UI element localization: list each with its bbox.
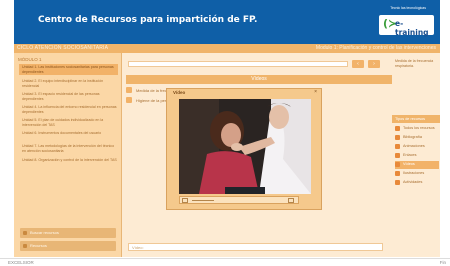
video-icon bbox=[395, 162, 400, 167]
list-icon bbox=[395, 126, 400, 131]
search-resources-button[interactable]: Buscar recursos bbox=[20, 228, 116, 238]
progress-bar[interactable] bbox=[192, 200, 214, 201]
resource-type-bibliography[interactable]: Bibliografía bbox=[395, 134, 439, 142]
video-frame-image bbox=[179, 99, 311, 194]
video-icon bbox=[126, 97, 132, 103]
module-label: Modulo 1: Planificación y control de las… bbox=[315, 45, 436, 51]
search-icon bbox=[23, 231, 27, 235]
sidebar-unit-8[interactable]: Unidad 8. Organización y control de la i… bbox=[22, 158, 118, 163]
prev-button[interactable]: ‹ bbox=[352, 60, 364, 68]
sidebar-unit-5[interactable]: Unidad 5. El plan de cuidados individual… bbox=[22, 118, 118, 127]
video-icon bbox=[126, 87, 132, 93]
logo-text: e-training bbox=[395, 19, 429, 37]
resource-types-heading: Tipos de recursos bbox=[392, 115, 440, 123]
play-icon[interactable] bbox=[182, 198, 188, 203]
sidebar-unit-2[interactable]: Unidad 2. El equipo interdisciplinar en … bbox=[22, 79, 118, 88]
video-player[interactable] bbox=[179, 99, 311, 194]
resource-type-videos[interactable]: Vídeos bbox=[395, 161, 439, 169]
cycle-label: CICLO ATENCION SOCIOSANITARIA bbox=[17, 45, 109, 51]
video-field[interactable]: Vídeo: bbox=[128, 243, 383, 251]
video-controls bbox=[179, 196, 299, 204]
etraining-logo: (≻ e-training bbox=[379, 15, 434, 37]
units-sidebar: MÓDULO 1 Unidad 1. Las instituciones soc… bbox=[14, 53, 122, 257]
folder-icon bbox=[23, 244, 27, 248]
resource-description: Medida de la frecuencia respiratoria. bbox=[395, 59, 434, 68]
sidebar-unit-3[interactable]: Unidad 3. El espacio residencial de las … bbox=[22, 92, 118, 101]
next-button[interactable]: › bbox=[368, 60, 380, 68]
resource-type-activities[interactable]: Actividades bbox=[395, 179, 439, 187]
status-right: Fin bbox=[439, 260, 446, 265]
status-left: EXCELSIOR bbox=[8, 260, 34, 265]
module-bar: CICLO ATENCION SOCIOSANITARIA Modulo 1: … bbox=[14, 44, 440, 53]
close-icon[interactable]: × bbox=[314, 89, 317, 95]
animation-icon bbox=[395, 144, 400, 149]
sidebar-heading: MÓDULO 1 bbox=[18, 57, 42, 62]
resource-type-animations[interactable]: Animaciones bbox=[395, 143, 439, 151]
sidebar-unit-4[interactable]: Unidad 4. La influencia del entorno resi… bbox=[22, 105, 118, 114]
resource-type-links[interactable]: Enlaces bbox=[395, 152, 439, 160]
video-popup: Vídeo × bbox=[166, 88, 322, 210]
sidebar-unit-7[interactable]: Unidad 7. Las metodologías de la interve… bbox=[22, 144, 118, 153]
resource-type-all[interactable]: Todos los recursos bbox=[395, 125, 439, 133]
image-icon bbox=[395, 171, 400, 176]
link-icon bbox=[395, 153, 400, 158]
status-bar: EXCELSIOR Fin bbox=[0, 258, 450, 266]
resource-type-illustrations[interactable]: Ilustraciones bbox=[395, 170, 439, 178]
videos-heading: Vídeos bbox=[126, 75, 392, 84]
volume-icon[interactable] bbox=[288, 198, 294, 203]
app-title: Centro de Recursos para impartición de F… bbox=[38, 15, 258, 25]
sidebar-unit-6[interactable]: Unidad 6. Instrumentos documentales del … bbox=[22, 131, 118, 136]
activity-icon bbox=[395, 180, 400, 185]
brand-tagline: Tecnic las tecnológicas bbox=[390, 6, 426, 10]
sidebar-unit-1[interactable]: Unidad 1. Las instituciones sociosanitar… bbox=[19, 64, 118, 76]
popup-title: Vídeo bbox=[173, 90, 186, 95]
resources-button[interactable]: Recursos bbox=[20, 241, 116, 251]
book-icon bbox=[395, 135, 400, 140]
right-panel: Medida de la frecuencia respiratoria. Ti… bbox=[392, 53, 440, 257]
app-header: Centro de Recursos para impartición de F… bbox=[14, 0, 440, 44]
resource-search-field[interactable] bbox=[128, 61, 348, 67]
